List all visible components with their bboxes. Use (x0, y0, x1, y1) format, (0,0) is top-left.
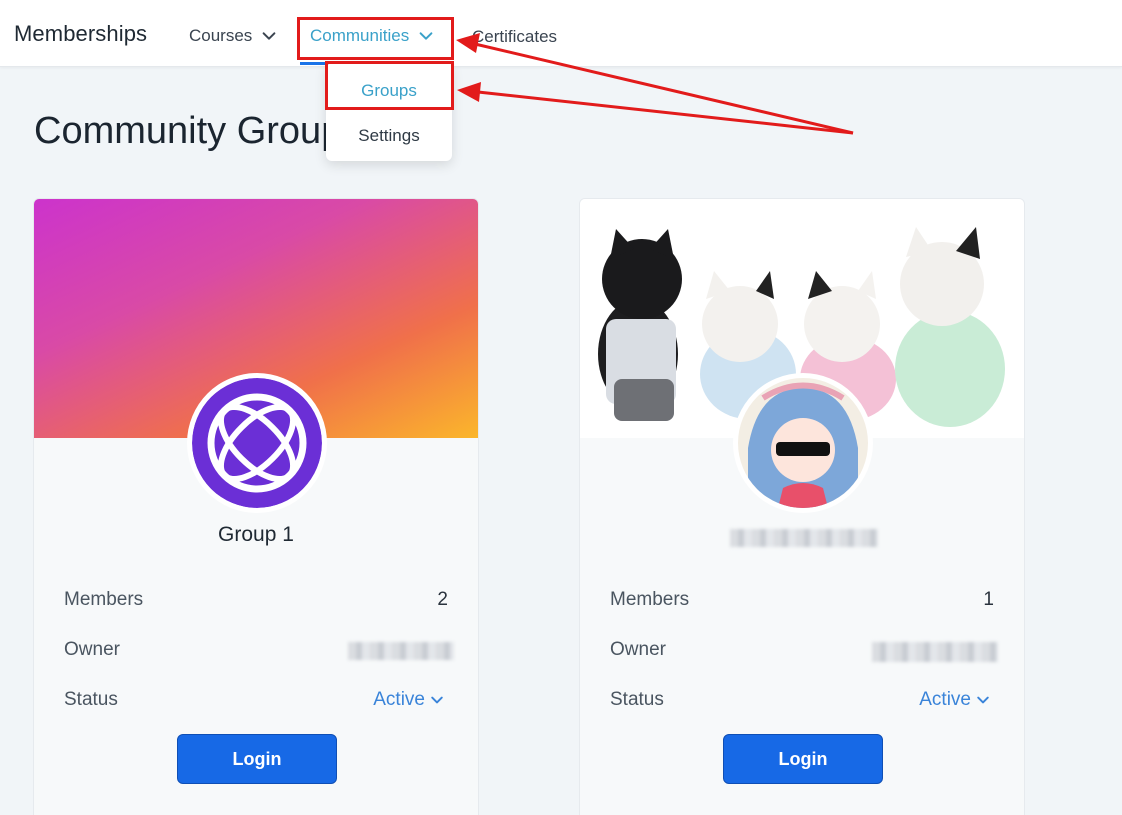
group-card: Members 1 Owner Status Active Login (579, 198, 1025, 815)
owner-value-redacted (348, 642, 454, 660)
group-name-redacted (730, 529, 878, 547)
owner-label: Owner (64, 639, 120, 660)
chibi-character-avatar (738, 378, 868, 508)
nav-certificates[interactable]: Certificates (472, 27, 557, 47)
members-count: 2 (437, 589, 448, 610)
chevron-down-icon (431, 696, 443, 704)
members-label: Members (64, 589, 144, 610)
login-button[interactable]: Login (177, 734, 337, 784)
members-count: 1 (983, 589, 994, 610)
chevron-down-icon (262, 32, 276, 40)
status-row: Status Active (64, 689, 448, 711)
avatar (187, 373, 327, 513)
annotation-box-communities (297, 17, 454, 60)
nav-courses-label: Courses (189, 26, 253, 45)
members-row: Members 2 (64, 589, 448, 611)
login-button[interactable]: Login (723, 734, 883, 784)
top-nav: Memberships Courses Communities Certific… (0, 0, 1122, 67)
menu-item-settings[interactable]: Settings (326, 126, 452, 146)
status-value: Active (919, 689, 971, 710)
group-name: Group 1 (218, 523, 294, 546)
page-title: Community Groups (34, 110, 362, 152)
status-row: Status Active (610, 689, 994, 711)
members-label: Members (610, 589, 690, 610)
group-card: Group 1 Members 2 Owner Status Active Lo… (33, 198, 479, 815)
avatar (733, 373, 873, 513)
arrow-to-groups (457, 82, 854, 135)
status-label: Status (64, 689, 118, 710)
status-dropdown[interactable]: Active (919, 689, 991, 711)
chevron-down-icon (977, 696, 989, 704)
annotation-box-groups (325, 61, 454, 110)
owner-value-redacted (872, 642, 998, 662)
nav-courses[interactable]: Courses (189, 26, 278, 46)
nav-certificates-label: Certificates (472, 27, 558, 46)
orbit-logo-icon (192, 378, 322, 508)
owner-label: Owner (610, 639, 666, 660)
status-dropdown[interactable]: Active (373, 689, 445, 711)
status-label: Status (610, 689, 664, 710)
members-row: Members 1 (610, 589, 994, 611)
brand-title: Memberships (14, 21, 148, 46)
status-value: Active (373, 689, 425, 710)
